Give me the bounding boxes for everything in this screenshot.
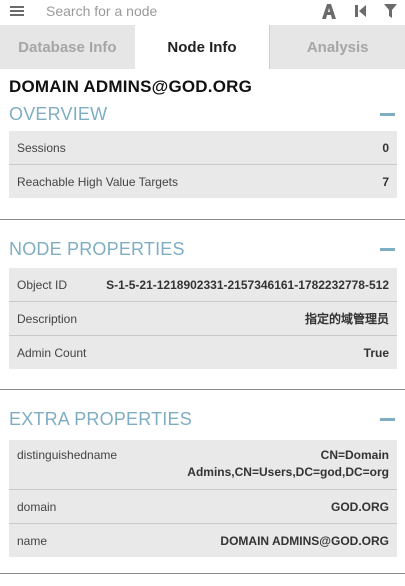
search-bar [0, 0, 405, 22]
table-row: name DOMAIN ADMINS@GOD.ORG [9, 524, 397, 557]
table-row: domain GOD.ORG [9, 490, 397, 524]
reachable-hvt-value[interactable]: 7 [382, 175, 389, 189]
table-row: Admin Count True [9, 336, 397, 369]
section-divider [0, 219, 405, 220]
node-properties-title: NODE PROPERTIES [9, 238, 185, 259]
overview-table: Sessions 0 Reachable High Value Targets … [9, 131, 397, 198]
toolbar-icons [321, 3, 397, 19]
table-row: Reachable High Value Targets 7 [9, 165, 397, 198]
extra-properties-title: EXTRA PROPERTIES [9, 408, 192, 429]
prop-value: S-1-5-21-1218902331-2157346161-178223277… [106, 277, 389, 292]
filter-icon[interactable] [384, 4, 397, 18]
node-title: DOMAIN ADMINS@GOD.ORG [9, 77, 253, 96]
pathfinding-icon[interactable] [321, 3, 337, 19]
sessions-value[interactable]: 0 [382, 141, 389, 155]
extra-properties-header[interactable]: EXTRA PROPERTIES [0, 404, 405, 434]
prop-key: Object ID [17, 277, 68, 292]
tab-node-info[interactable]: Node Info [134, 25, 270, 69]
section-divider [0, 573, 405, 574]
prop-key: Admin Count [17, 345, 87, 360]
prop-key: Description [17, 311, 78, 326]
prop-key: Sessions [17, 140, 66, 155]
menu-icon[interactable] [10, 5, 24, 17]
search-input[interactable] [46, 1, 313, 21]
node-properties-table: Object ID S-1-5-21-1218902331-2157346161… [9, 268, 397, 369]
node-properties-header[interactable]: NODE PROPERTIES [0, 234, 405, 264]
table-row: Sessions 0 [9, 131, 397, 165]
collapse-icon[interactable] [380, 417, 395, 421]
collapse-icon[interactable] [380, 247, 395, 251]
extra-properties-table: distinguishedname CN=Domain Admins,CN=Us… [9, 440, 397, 557]
tab-bar: Database Info Node Info Analysis [0, 25, 405, 69]
prop-key: distinguishedname [17, 448, 118, 462]
table-row: Description 指定的域管理员 [9, 302, 397, 336]
back-icon[interactable] [355, 4, 366, 18]
prop-value: CN=Domain Admins,CN=Users,DC=god,DC=org [187, 448, 389, 479]
section-divider [0, 389, 405, 390]
overview-title: OVERVIEW [9, 103, 108, 124]
prop-key: domain [17, 499, 57, 514]
prop-key: name [17, 533, 48, 548]
prop-value: GOD.ORG [330, 499, 389, 514]
collapse-icon[interactable] [380, 112, 395, 116]
prop-value: DOMAIN ADMINS@GOD.ORG [220, 533, 389, 548]
table-row: distinguishedname CN=Domain Admins,CN=Us… [9, 440, 397, 490]
overview-header[interactable]: OVERVIEW [0, 99, 405, 129]
prop-value: 指定的域管理员 [304, 312, 389, 326]
table-row: Object ID S-1-5-21-1218902331-2157346161… [9, 268, 397, 302]
prop-value: True [363, 345, 389, 360]
tab-database-info[interactable]: Database Info [0, 25, 135, 69]
prop-key: Reachable High Value Targets [17, 174, 178, 189]
tab-analysis[interactable]: Analysis [269, 25, 405, 69]
